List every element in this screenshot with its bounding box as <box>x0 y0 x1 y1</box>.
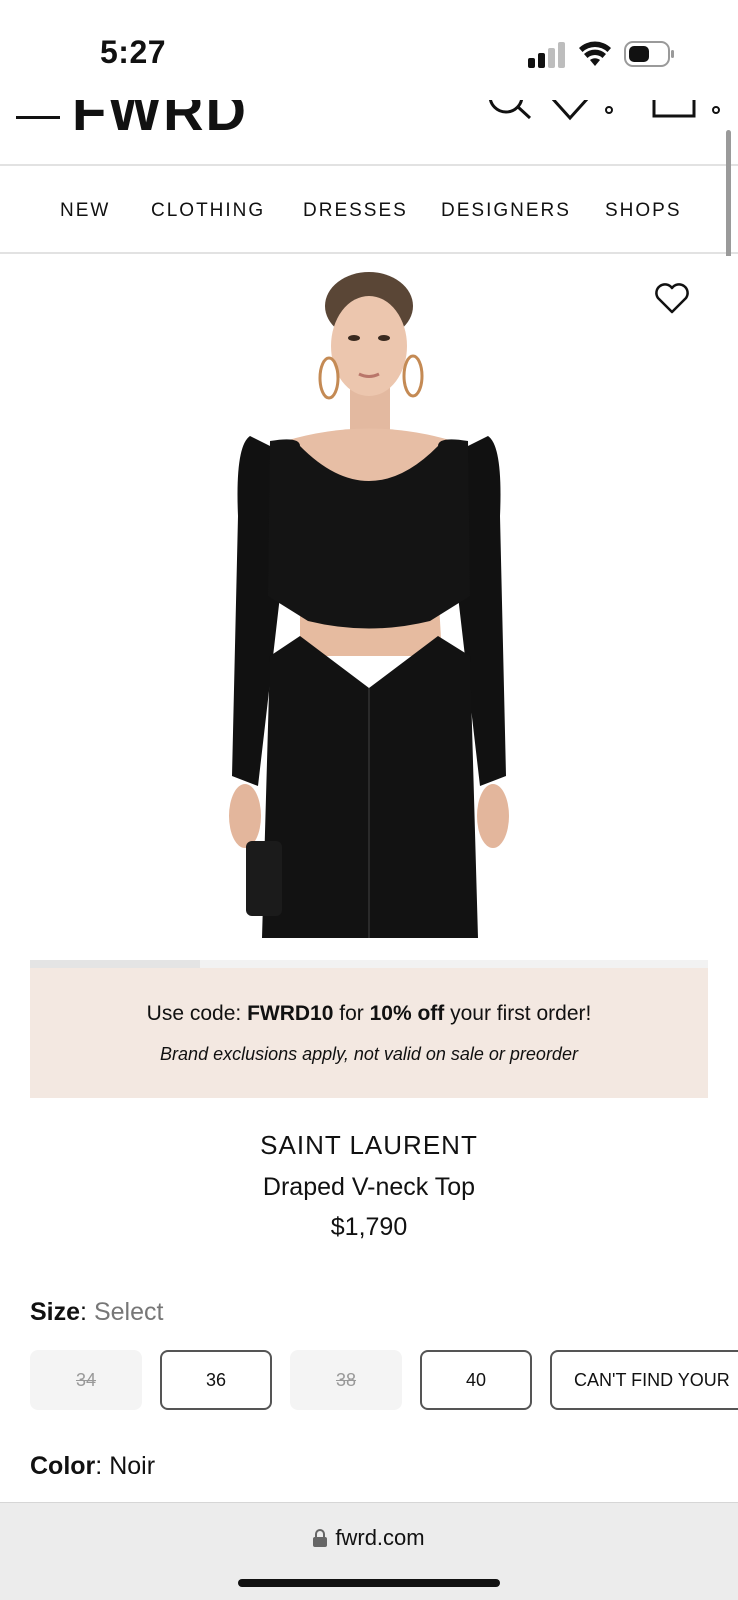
size-option-40[interactable]: 40 <box>420 1350 532 1410</box>
search-icon[interactable] <box>486 100 534 130</box>
category-nav: NEW CLOTHING DRESSES DESIGNERS SHOPS <box>0 166 738 254</box>
nav-item-clothing[interactable]: CLOTHING <box>151 200 265 222</box>
size-label: Size: Select <box>30 1298 164 1326</box>
color-label: Color: Noir <box>30 1452 156 1480</box>
site-header: FWRD <box>0 100 738 166</box>
product-photo <box>229 272 509 938</box>
product-price: $1,790 <box>330 1213 408 1241</box>
size-option-38[interactable]: 38 <box>290 1350 402 1410</box>
promo-headline: Use code: FWRD10 for 10% off your first … <box>146 1002 592 1025</box>
status-bar: 5:27 <box>0 0 738 100</box>
size-selected-value: Select <box>93 1298 164 1326</box>
size-option-36[interactable]: 36 <box>160 1350 272 1410</box>
lock-icon <box>313 1529 328 1547</box>
heart-icon[interactable] <box>654 282 690 314</box>
shopping-bag-icon[interactable] <box>650 100 698 130</box>
nav-item-designers[interactable]: DESIGNERS <box>441 200 571 222</box>
promo-discount: 10% off <box>369 1002 445 1025</box>
product-brand[interactable]: SAINT LAURENT <box>0 1130 738 1161</box>
carousel-progress <box>30 960 200 968</box>
cant-find-size-button[interactable]: CAN'T FIND YOUR <box>550 1350 738 1410</box>
nav-item-shops[interactable]: SHOPS <box>605 200 682 222</box>
browser-address-bar[interactable]: fwrd.com <box>0 1502 738 1600</box>
battery-icon <box>624 41 674 67</box>
product-image[interactable] <box>0 256 738 938</box>
product-name: Draped V-neck Top <box>262 1173 476 1201</box>
wishlist-badge <box>605 106 613 114</box>
url-text: fwrd.com <box>335 1525 425 1550</box>
wifi-icon <box>579 41 611 66</box>
logo[interactable]: FWRD <box>72 100 248 143</box>
hamburger-icon[interactable] <box>16 116 60 119</box>
nav-item-dresses[interactable]: DRESSES <box>303 200 408 222</box>
status-time: 5:27 <box>100 34 167 70</box>
url-display[interactable]: fwrd.com <box>0 1525 738 1551</box>
promo-banner: Use code: FWRD10 for 10% off your first … <box>30 968 708 1098</box>
promo-code: FWRD10 <box>247 1002 334 1025</box>
home-indicator[interactable] <box>238 1579 500 1587</box>
size-option-34[interactable]: 34 <box>30 1350 142 1410</box>
bag-badge <box>712 106 720 114</box>
promo-disclaimer: Brand exclusions apply, not valid on sal… <box>160 1044 578 1064</box>
nav-item-new[interactable]: NEW <box>60 200 110 222</box>
color-value: Noir <box>109 1452 156 1480</box>
wishlist-heart-icon[interactable] <box>550 100 590 126</box>
cellular-signal-icon <box>528 42 565 68</box>
